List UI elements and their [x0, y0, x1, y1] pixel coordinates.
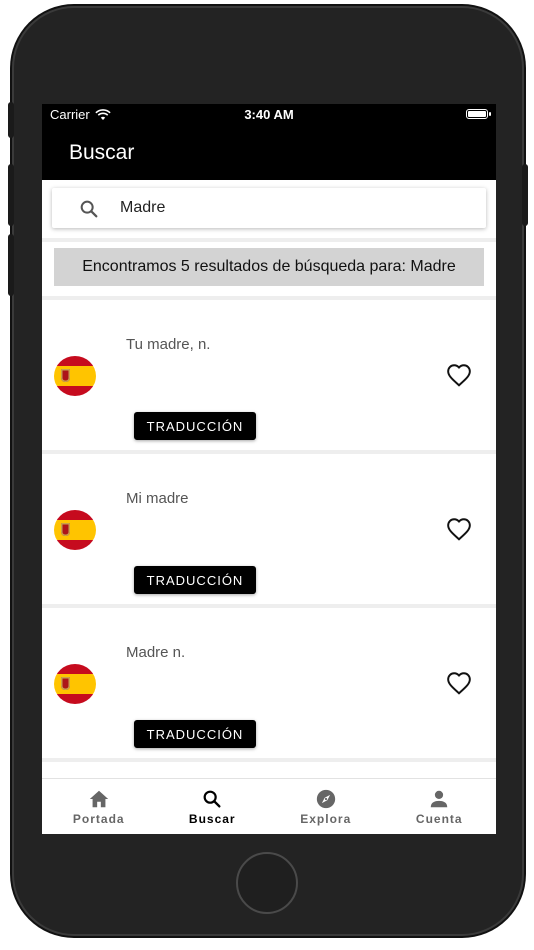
- bottom-navigation: Portada Buscar Explora Cuenta: [42, 778, 496, 834]
- spain-flag-icon: [54, 664, 96, 704]
- home-button[interactable]: [236, 852, 298, 914]
- mute-switch: [8, 102, 14, 138]
- divider: [42, 238, 496, 242]
- app-screen: Carrier 3:40 AM Buscar Encontramos 5 res…: [42, 104, 496, 834]
- power-button: [522, 164, 528, 226]
- result-title: Madre n.: [126, 644, 186, 661]
- app-bar: Buscar: [42, 126, 496, 180]
- search-icon: [203, 790, 221, 808]
- list-item[interactable]: Madre n. TRADUCCIÓN: [42, 608, 496, 758]
- search-icon: [80, 200, 98, 218]
- heart-outline-icon[interactable]: [446, 671, 472, 695]
- nav-item-explora[interactable]: Explora: [269, 779, 383, 834]
- status-bar: Carrier 3:40 AM: [42, 104, 496, 126]
- page-title: Buscar: [69, 141, 135, 164]
- search-input[interactable]: [110, 194, 480, 222]
- volume-up-button: [8, 164, 14, 226]
- result-title: Mi madre: [126, 490, 189, 507]
- nav-item-portada[interactable]: Portada: [42, 779, 156, 834]
- translation-button[interactable]: TRADUCCIÓN: [134, 720, 256, 748]
- heart-outline-icon[interactable]: [446, 517, 472, 541]
- results-banner: Encontramos 5 resultados de búsqueda par…: [54, 248, 484, 286]
- translation-button[interactable]: TRADUCCIÓN: [134, 566, 256, 594]
- translation-button[interactable]: TRADUCCIÓN: [134, 412, 256, 440]
- home-icon: [89, 790, 108, 808]
- spain-flag-icon: [54, 510, 96, 550]
- compass-icon: [316, 789, 335, 809]
- nav-label: Explora: [300, 812, 352, 826]
- result-title: Tu madre, n.: [126, 336, 211, 353]
- nav-label: Portada: [72, 812, 125, 826]
- person-icon: [431, 790, 448, 808]
- spain-flag-icon: [54, 356, 96, 396]
- nav-label: Buscar: [188, 812, 236, 826]
- list-item[interactable]: Tu madre, n. TRADUCCIÓN: [42, 300, 496, 450]
- battery-icon: [466, 109, 491, 119]
- status-time: 3:40 AM: [244, 107, 294, 122]
- volume-down-button: [8, 234, 14, 296]
- list-item[interactable]: Mi madre TRADUCCIÓN: [42, 454, 496, 604]
- nav-label: Cuenta: [415, 812, 463, 826]
- search-bar[interactable]: [52, 188, 486, 228]
- nav-item-cuenta[interactable]: Cuenta: [383, 779, 497, 834]
- heart-outline-icon[interactable]: [446, 363, 472, 387]
- nav-item-buscar[interactable]: Buscar: [156, 779, 270, 834]
